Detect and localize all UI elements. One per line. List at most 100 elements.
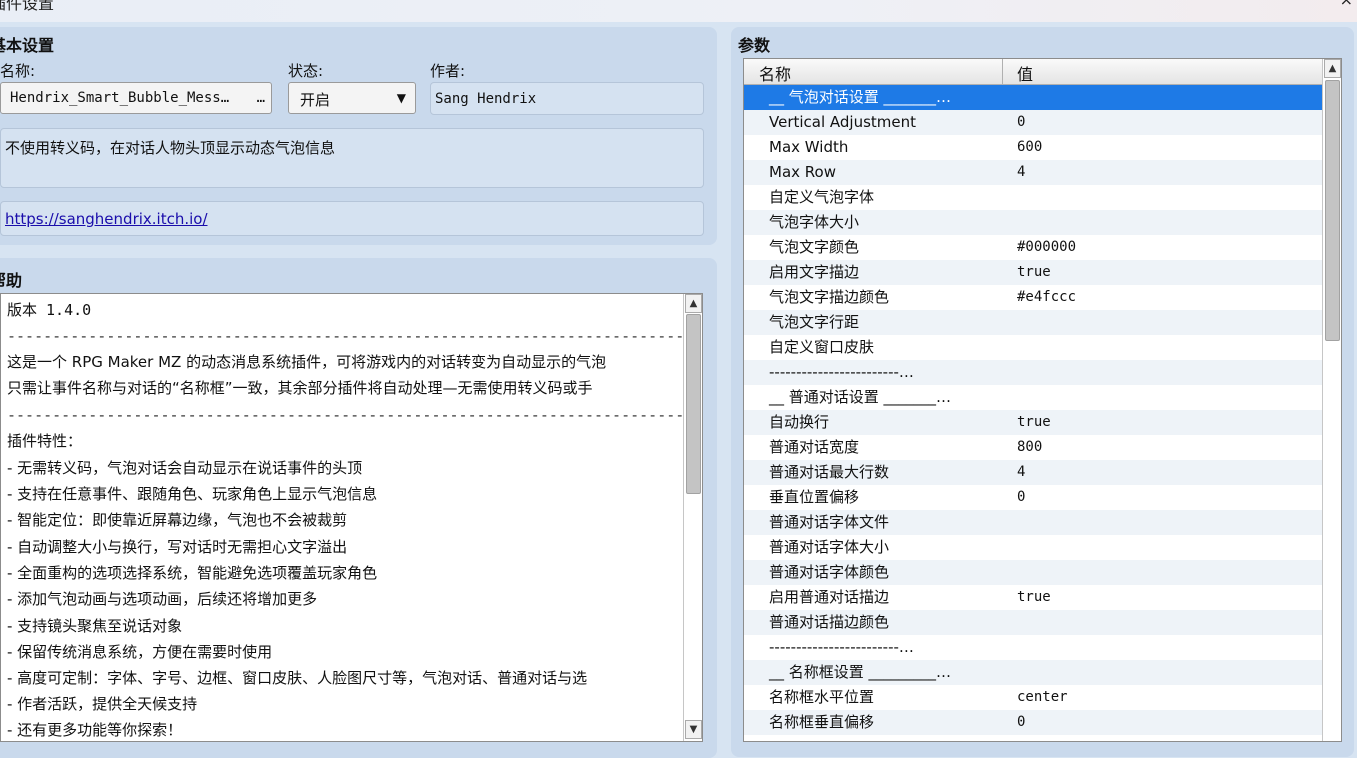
param-value: true [1017, 264, 1051, 280]
param-row[interactable]: __ 气泡对话设置 _______… [744, 85, 1322, 110]
help-line-4: ----------------------------------------… [7, 406, 703, 424]
param-row[interactable]: 普通对话字体文件 [744, 510, 1322, 535]
param-row[interactable]: 普通对话字体颜色 [744, 560, 1322, 585]
param-row[interactable]: 普通对话宽度 800 [744, 435, 1322, 460]
help-line-16: - 还有更多功能等你探索！ [7, 721, 183, 739]
param-row[interactable]: 名称框水平位置 center [744, 685, 1322, 710]
header-divider [1002, 59, 1003, 84]
help-line-14: - 高度可定制：字体、字号、边框、窗口皮肤、人脸图尺寸等，气泡对话、普通对话与选 [7, 669, 588, 687]
param-value: 0 [1017, 114, 1026, 130]
params-scroll-up-arrow-icon[interactable]: ▲ [1324, 59, 1341, 78]
status-value: 开启 [300, 91, 331, 109]
window-title: 插件设置 [0, 0, 55, 13]
help-scrollbar-thumb[interactable] [686, 314, 701, 494]
col-name-header[interactable]: 名称 [759, 61, 791, 85]
params-title: 参数 [738, 36, 771, 55]
help-line-15: - 作者活跃，提供全天候支持 [7, 695, 198, 713]
param-name: 气泡文字描边颜色 [769, 288, 890, 306]
param-name: Vertical Adjustment [769, 113, 917, 131]
param-value: #000000 [1017, 239, 1077, 255]
params-table[interactable]: 名称 值 __ 气泡对话设置 _______… Vertical Adjustme… [743, 58, 1342, 742]
param-name: ------------------------… [769, 363, 914, 381]
param-row[interactable]: 普通对话字体大小 [744, 535, 1322, 560]
param-name: 气泡字体大小 [769, 213, 860, 231]
param-name: 垂直位置偏移 [769, 488, 860, 506]
param-name: __ 普通对话设置 _______… [769, 388, 952, 406]
help-line-6: - 无需转义码，气泡对话会自动显示在说话事件的头顶 [7, 459, 363, 477]
description-field[interactable]: 不使用转义码，在对话人物头顶显示动态气泡信息 [0, 128, 704, 188]
help-line-9: - 自动调整大小与换行，写对话时无需担心文字溢出 [7, 538, 348, 556]
param-row[interactable]: 普通对话描边颜色 [744, 610, 1322, 635]
col-value-header[interactable]: 值 [1017, 61, 1033, 85]
help-title: 帮助 [0, 271, 23, 290]
basic-settings-title: 基本设置 [0, 36, 55, 55]
param-row[interactable]: ------------------------… [744, 635, 1322, 660]
help-line-3: 只需让事件名称与对话的“名称框”一致，其余部分插件将自动处理—无需使用转义码或手 [7, 379, 593, 397]
param-row[interactable]: __ 名称框设置 _________… [744, 660, 1322, 685]
param-name: 普通对话最大行数 [769, 463, 890, 481]
param-name: 名称框垂直偏移 [769, 713, 875, 731]
params-scrollbar-thumb[interactable] [1325, 80, 1340, 341]
author-value: Sang Hendrix [435, 91, 537, 107]
name-field[interactable]: Hendrix_Smart_Bubble_Mess… … [0, 82, 272, 114]
param-row[interactable]: __ 普通对话设置 _______… [744, 385, 1322, 410]
param-name: 普通对话字体大小 [769, 538, 890, 556]
param-row[interactable]: Max Row 4 [744, 160, 1322, 185]
param-value: true [1017, 589, 1051, 605]
param-row[interactable]: 自定义窗口皮肤 [744, 335, 1322, 360]
param-row[interactable]: 普通对话最大行数 4 [744, 460, 1322, 485]
param-row[interactable]: Vertical Adjustment 0 [744, 110, 1322, 135]
param-value: 4 [1017, 464, 1026, 480]
param-row[interactable]: 启用文字描边 true [744, 260, 1322, 285]
param-row[interactable]: 自定义气泡字体 [744, 185, 1322, 210]
description-text: 不使用转义码，在对话人物头顶显示动态气泡信息 [5, 139, 336, 157]
param-value: 0 [1017, 714, 1026, 730]
param-name: 普通对话字体颜色 [769, 563, 890, 581]
help-line-5: 插件特性： [7, 432, 83, 450]
help-line-8: - 智能定位：即使靠近屏幕边缘，气泡也不会被裁剪 [7, 511, 348, 529]
scroll-down-arrow-icon[interactable]: ▼ [685, 720, 702, 739]
param-name: __ 名称框设置 _________… [769, 663, 952, 681]
params-scrollbar[interactable]: ▲ [1322, 59, 1341, 741]
param-name: 自定义气泡字体 [769, 188, 875, 206]
scroll-up-arrow-icon[interactable]: ▲ [685, 294, 702, 313]
param-name: 普通对话字体文件 [769, 513, 890, 531]
param-value: 4 [1017, 164, 1026, 180]
param-name: 普通对话描边颜色 [769, 613, 890, 631]
plugin-url-link[interactable]: https://sanghendrix.itch.io/ [5, 210, 208, 228]
param-name: 自定义窗口皮肤 [769, 338, 875, 356]
help-line-1: ----------------------------------------… [7, 327, 703, 345]
name-browse-button[interactable]: … [257, 90, 265, 106]
window-titlebar: 插件设置 × [0, 0, 1357, 22]
close-icon[interactable]: × [1340, 0, 1353, 9]
help-scrollbar[interactable]: ▲ ▼ [683, 294, 702, 741]
param-row[interactable]: Max Width 600 [744, 135, 1322, 160]
help-line-13: - 保留传统消息系统，方便在需要时使用 [7, 643, 273, 661]
params-header: 名称 值 [744, 59, 1322, 85]
param-row[interactable]: 自动换行 true [744, 410, 1322, 435]
param-row[interactable]: 启用普通对话描边 true [744, 585, 1322, 610]
author-label: 作者: [430, 62, 466, 80]
author-field[interactable]: Sang Hendrix [430, 82, 704, 115]
param-row[interactable]: 气泡文字行距 [744, 310, 1322, 335]
help-line-2: 这是一个 RPG Maker MZ 的动态消息系统插件，可将游戏内的对话转变为自… [7, 353, 607, 371]
param-row[interactable]: 气泡文字颜色 #000000 [744, 235, 1322, 260]
param-name: __ 气泡对话设置 _______… [769, 88, 952, 106]
param-row[interactable]: ------------------------… [744, 360, 1322, 385]
param-value: 800 [1017, 439, 1043, 455]
status-select[interactable]: 开启 ▼ [288, 82, 416, 114]
param-row[interactable]: 气泡文字描边颜色 #e4fccc [744, 285, 1322, 310]
param-value: 0 [1017, 489, 1026, 505]
name-value: Hendrix_Smart_Bubble_Mess… [10, 90, 230, 106]
help-textarea[interactable]: 版本 1.4.0 -------------------------------… [0, 293, 703, 742]
param-name: 启用普通对话描边 [769, 588, 890, 606]
param-value: 600 [1017, 139, 1043, 155]
status-label: 状态: [288, 62, 324, 80]
param-name: 自动换行 [769, 413, 830, 431]
param-name: ------------------------… [769, 638, 914, 656]
help-line-12: - 支持镜头聚焦至说话对象 [7, 617, 183, 635]
param-name: Max Width [769, 138, 849, 156]
param-row[interactable]: 气泡字体大小 [744, 210, 1322, 235]
param-row[interactable]: 垂直位置偏移 0 [744, 485, 1322, 510]
param-row[interactable]: 名称框垂直偏移 0 [744, 710, 1322, 735]
